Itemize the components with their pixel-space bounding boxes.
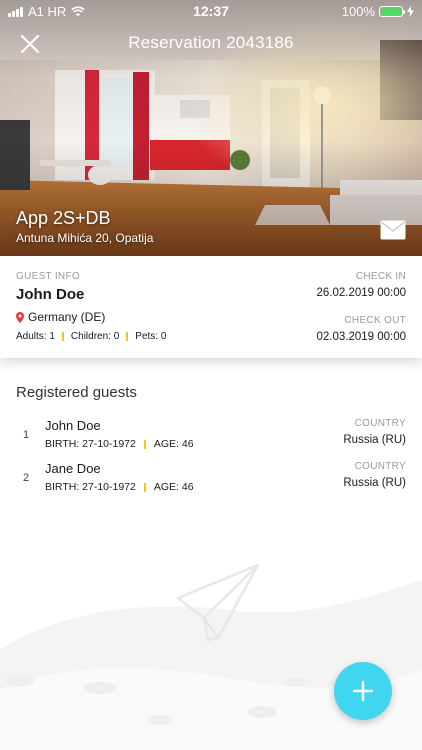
- charging-bolt-icon: [407, 6, 414, 17]
- add-guest-button[interactable]: [334, 662, 392, 720]
- guest-age: AGE: 46: [153, 481, 194, 493]
- unit-hero: A1 HR 12:37 100% Reservation 2043186 App…: [0, 0, 422, 256]
- guest-index: 1: [23, 429, 30, 441]
- guest-age: AGE: 46: [153, 438, 194, 450]
- check-in-value: 26.02.2019 00:00: [316, 287, 406, 299]
- unit-address: Antuna Mihića 20, Opatija: [16, 231, 154, 245]
- location-pin-icon: [16, 311, 24, 323]
- guest-row-name: Jane Doe: [45, 461, 101, 476]
- guest-index: 2: [23, 472, 30, 484]
- check-out-value: 02.03.2019 00:00: [316, 331, 406, 343]
- occupancy-counts: Adults: 1 Children: 0 Pets: 0: [16, 331, 166, 342]
- registered-guests-title: Registered guests: [16, 384, 137, 401]
- guest-row[interactable]: 2 Jane Doe BIRTH: 27-10-1972 AGE: 46 COU…: [0, 459, 422, 499]
- guest-row-meta: BIRTH: 27-10-1972 AGE: 46: [45, 438, 194, 450]
- adults-count: Adults: 1: [16, 331, 55, 342]
- guest-row-meta: BIRTH: 27-10-1972 AGE: 46: [45, 481, 194, 493]
- guest-country-label: COUNTRY: [354, 461, 406, 472]
- guest-row[interactable]: 1 John Doe BIRTH: 27-10-1972 AGE: 46 COU…: [0, 416, 422, 456]
- divider: [126, 332, 129, 341]
- check-in-label: CHECK IN: [355, 271, 406, 282]
- envelope-icon: [380, 220, 406, 240]
- message-button[interactable]: [380, 220, 406, 240]
- check-out-label: CHECK OUT: [344, 315, 406, 326]
- divider: [61, 332, 64, 341]
- reservation-info-card: GUEST INFO John Doe Germany (DE) Adults:…: [0, 256, 422, 358]
- guest-country-label: COUNTRY: [354, 418, 406, 429]
- battery-percent: 100%: [341, 4, 375, 19]
- guest-name: John Doe: [16, 286, 85, 303]
- guest-country-value: Russia (RU): [343, 434, 406, 446]
- battery-icon: [379, 6, 405, 17]
- plus-icon: [352, 680, 374, 702]
- guest-country-label: Germany (DE): [28, 310, 106, 324]
- status-right: 100%: [342, 4, 414, 19]
- children-count: Children: 0: [70, 331, 120, 342]
- status-bar: A1 HR 12:37 100%: [0, 0, 422, 22]
- guest-birth: BIRTH: 27-10-1972: [45, 438, 136, 450]
- guest-country-value: Russia (RU): [343, 477, 406, 489]
- pets-count: Pets: 0: [135, 331, 167, 342]
- guest-country: Germany (DE): [16, 310, 105, 324]
- guest-row-name: John Doe: [45, 418, 101, 433]
- divider: [143, 482, 146, 492]
- guest-birth: BIRTH: 27-10-1972: [45, 481, 136, 493]
- page-title: Reservation 2043186: [128, 33, 294, 52]
- unit-name: App 2S+DB: [16, 208, 111, 228]
- divider: [143, 439, 146, 449]
- nav-bar: Reservation 2043186: [0, 26, 422, 62]
- battery-level: [381, 8, 401, 15]
- guest-info-label: GUEST INFO: [16, 271, 80, 282]
